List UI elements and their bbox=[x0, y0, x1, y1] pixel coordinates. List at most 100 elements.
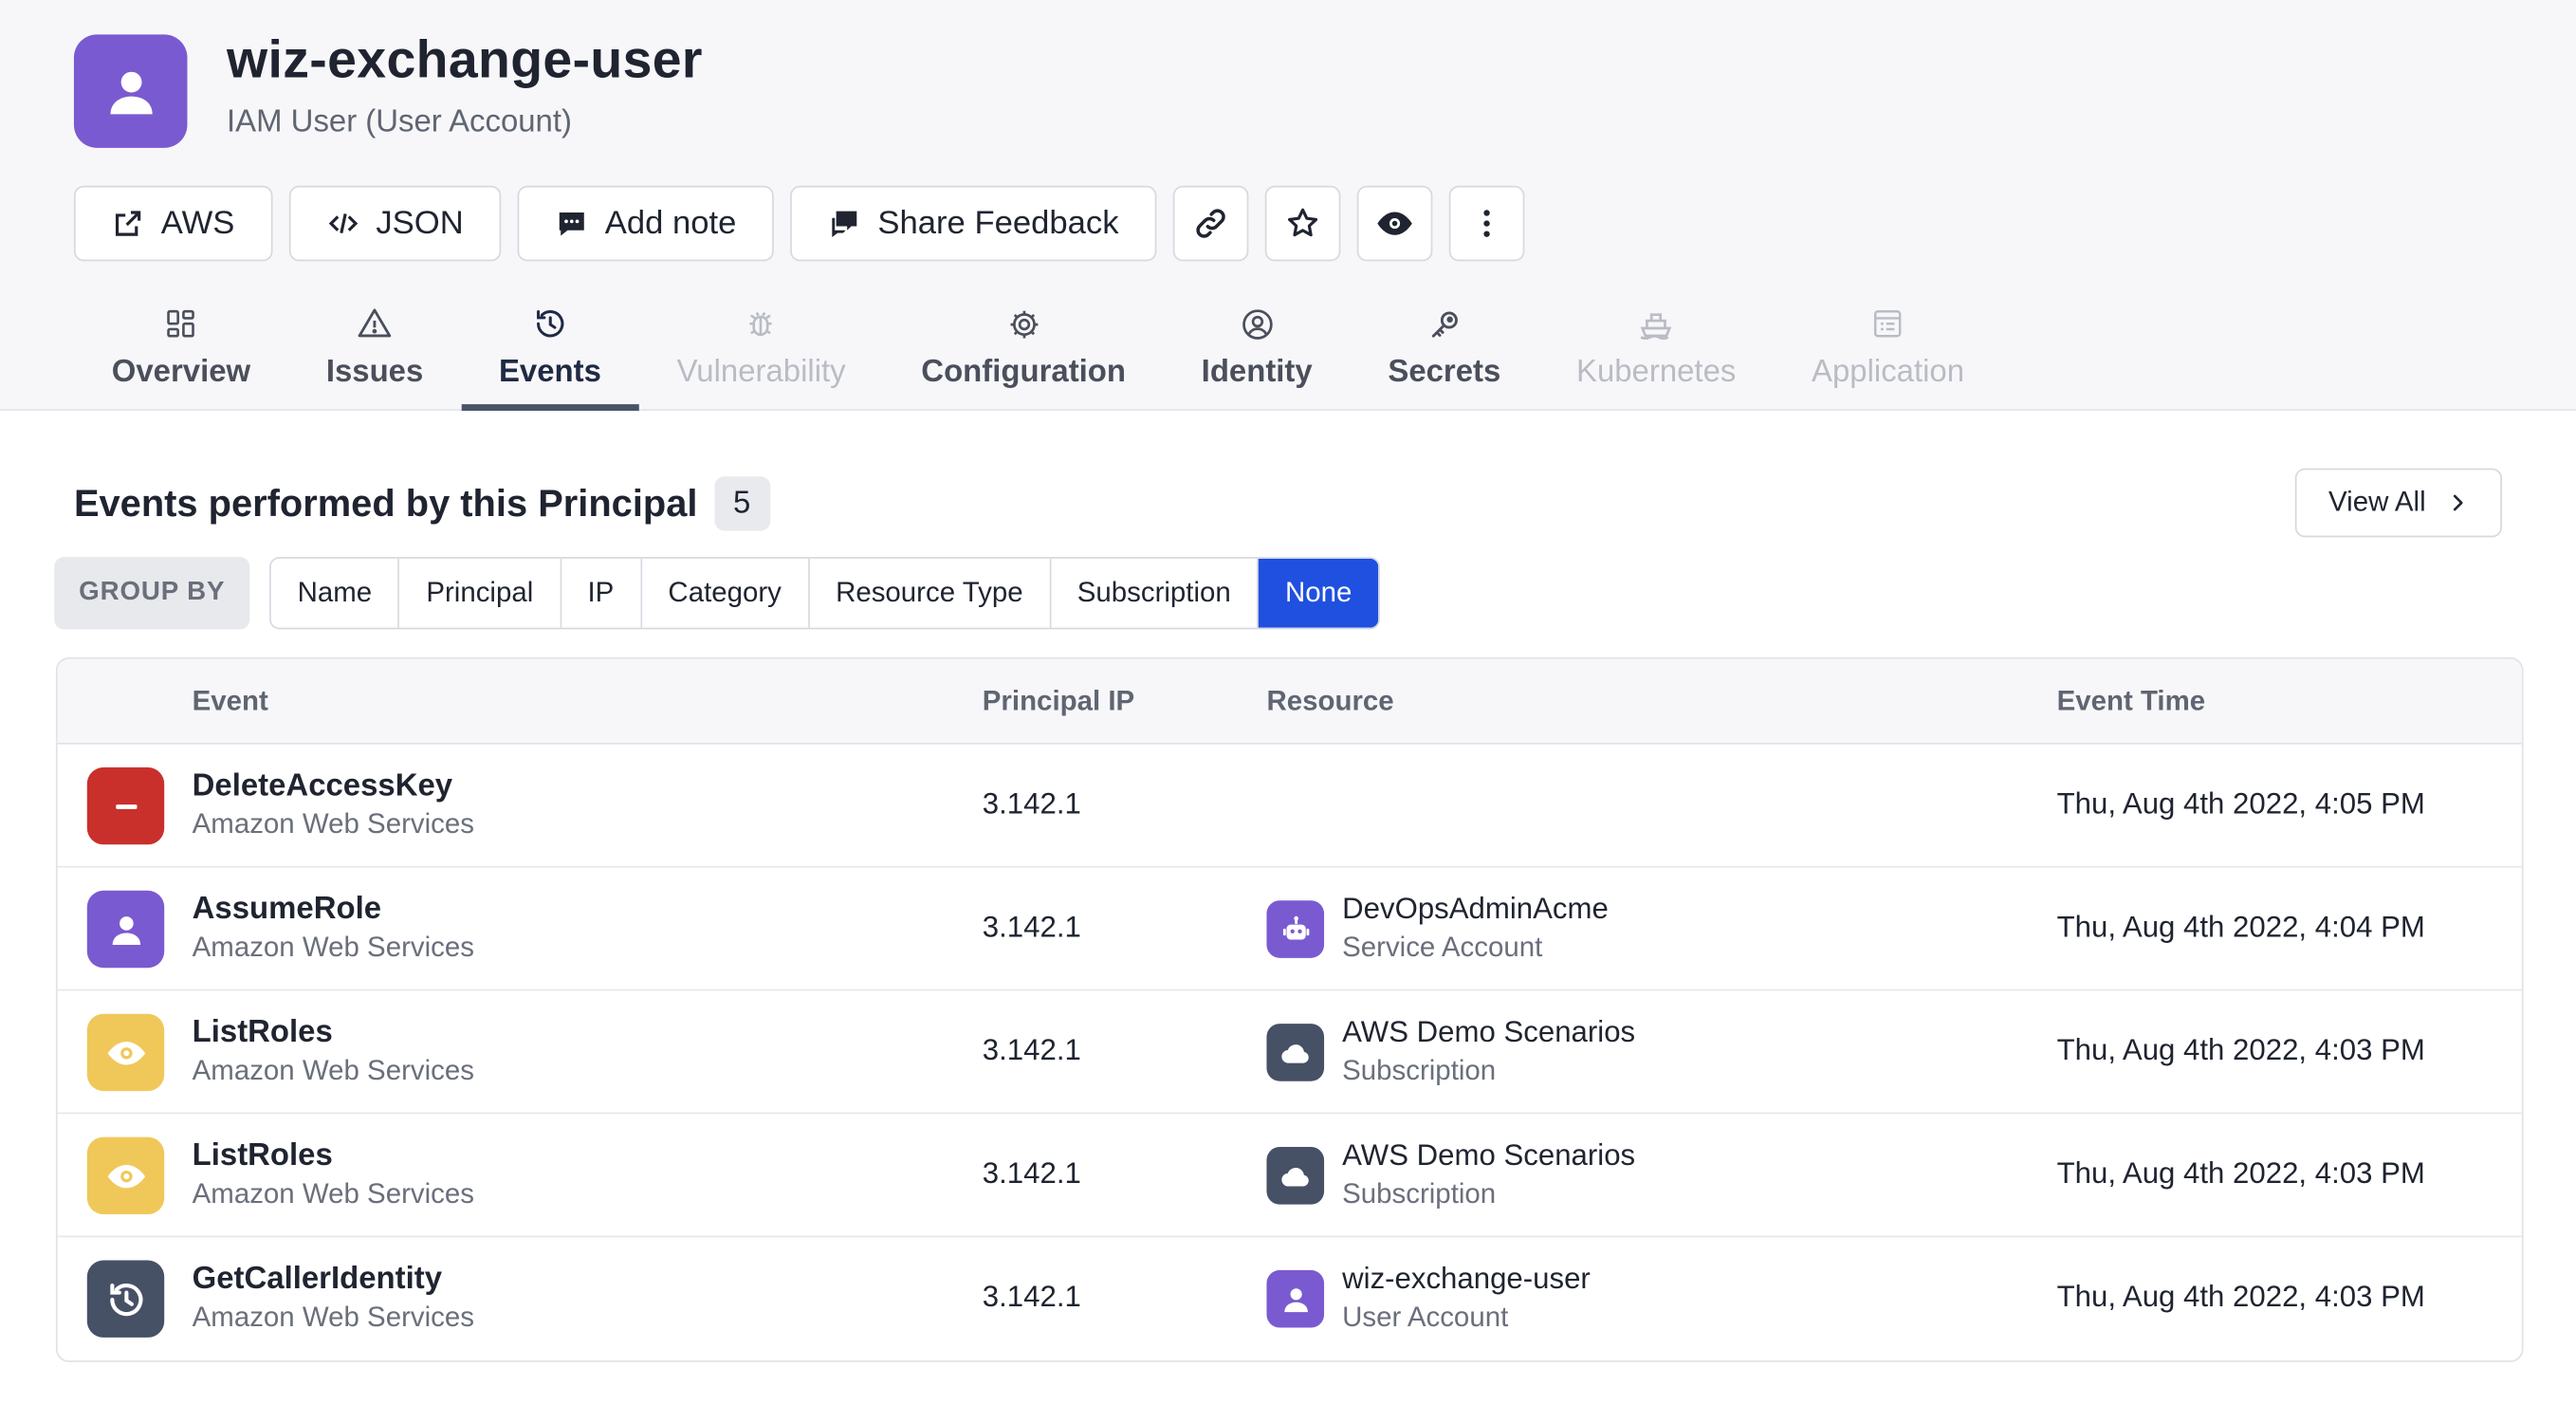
group-by-category[interactable]: Category bbox=[641, 558, 810, 628]
group-by-control: GROUP BY Name Principal IP Category Reso… bbox=[54, 557, 1380, 630]
eye-icon bbox=[1377, 212, 1412, 235]
tab-secrets[interactable]: Secrets bbox=[1351, 296, 1539, 411]
user-icon bbox=[111, 915, 140, 945]
event-name: AssumeRole bbox=[192, 892, 382, 927]
tab-overview[interactable]: Overview bbox=[74, 296, 288, 411]
comment-icon bbox=[560, 212, 585, 236]
event-provider: Amazon Web Services bbox=[192, 932, 474, 964]
view-all-button[interactable]: View All bbox=[2294, 468, 2502, 538]
gear-icon bbox=[1009, 309, 1038, 338]
entity-avatar bbox=[73, 34, 188, 148]
tab-identity-label: Identity bbox=[1201, 355, 1313, 390]
add-note-button-label: Add note bbox=[604, 204, 737, 241]
group-by-subscription[interactable]: Subscription bbox=[1051, 558, 1260, 628]
add-note-button[interactable]: Add note bbox=[517, 185, 775, 262]
chevron-right-icon bbox=[2453, 494, 2462, 511]
column-header-event[interactable]: Event bbox=[193, 685, 268, 718]
event-icon bbox=[86, 1013, 165, 1092]
table-row[interactable]: ListRoles Amazon Web Services 3.142.1 AW… bbox=[57, 1114, 2522, 1238]
event-time: Thu, Aug 4th 2022, 4:03 PM bbox=[2056, 1156, 2425, 1191]
event-icon bbox=[86, 767, 165, 845]
tab-vulnerability-label: Vulnerability bbox=[676, 355, 846, 390]
grid-icon bbox=[167, 309, 195, 338]
resource-icon bbox=[1266, 1024, 1325, 1081]
more-options-button[interactable] bbox=[1448, 185, 1525, 262]
resource-name[interactable]: AWS Demo Scenarios bbox=[1342, 1138, 1635, 1173]
event-time: Thu, Aug 4th 2022, 4:04 PM bbox=[2056, 910, 2425, 944]
tab-events[interactable]: Events bbox=[461, 296, 640, 412]
events-table: Event Principal IP Resource Event Time D… bbox=[55, 656, 2524, 1362]
tab-application-label: Application bbox=[1812, 355, 1965, 390]
event-provider: Amazon Web Services bbox=[192, 1301, 474, 1333]
share-feedback-button[interactable]: Share Feedback bbox=[790, 185, 1157, 262]
event-provider: Amazon Web Services bbox=[192, 1055, 474, 1086]
events-count-badge: 5 bbox=[713, 476, 770, 531]
group-by-none[interactable]: None bbox=[1259, 558, 1379, 628]
event-name: DeleteAccessKey bbox=[192, 768, 453, 804]
feedback-icon bbox=[832, 211, 857, 237]
code-icon bbox=[328, 213, 358, 234]
link-icon bbox=[1196, 209, 1225, 238]
column-header-resource[interactable]: Resource bbox=[1266, 685, 1393, 718]
event-name: ListRoles bbox=[192, 1138, 333, 1173]
watch-button[interactable] bbox=[1356, 185, 1433, 262]
principal-ip: 3.142.1 bbox=[982, 910, 1081, 944]
column-header-event-time[interactable]: Event Time bbox=[2057, 685, 2206, 718]
event-name: GetCallerIdentity bbox=[192, 1262, 443, 1297]
tab-kubernetes: Kubernetes bbox=[1538, 296, 1774, 411]
group-by-principal[interactable]: Principal bbox=[399, 558, 561, 628]
event-icon bbox=[86, 1136, 165, 1215]
principal-ip: 3.142.1 bbox=[982, 1033, 1081, 1067]
robot-icon bbox=[1282, 914, 1309, 939]
resource-name[interactable]: wiz-exchange-user bbox=[1342, 1262, 1591, 1296]
bug-icon bbox=[750, 311, 773, 337]
minus-icon bbox=[115, 804, 137, 808]
group-by-label: GROUP BY bbox=[54, 557, 250, 630]
event-icon bbox=[86, 890, 165, 969]
favorite-button[interactable] bbox=[1264, 185, 1341, 262]
page-subtitle: IAM User (User Account) bbox=[227, 104, 572, 140]
principal-ip: 3.142.1 bbox=[982, 1280, 1081, 1313]
resource-type: Subscription bbox=[1342, 1055, 1497, 1086]
resource-name[interactable]: AWS Demo Scenarios bbox=[1342, 1015, 1635, 1049]
json-button-label: JSON bbox=[376, 204, 464, 241]
table-row[interactable]: DeleteAccessKey Amazon Web Services 3.14… bbox=[57, 745, 2522, 868]
ship-icon bbox=[1640, 313, 1672, 341]
group-by-resource-type[interactable]: Resource Type bbox=[809, 558, 1052, 628]
event-provider: Amazon Web Services bbox=[192, 808, 474, 841]
aws-button[interactable]: AWS bbox=[73, 185, 273, 262]
tab-kubernetes-label: Kubernetes bbox=[1576, 355, 1737, 390]
table-row[interactable]: AssumeRole Amazon Web Services 3.142.1 D… bbox=[57, 868, 2522, 991]
resource-type: Subscription bbox=[1342, 1177, 1497, 1210]
cloud-icon bbox=[1280, 1044, 1308, 1062]
warning-icon bbox=[358, 308, 392, 338]
table-row[interactable]: ListRoles Amazon Web Services 3.142.1 AW… bbox=[57, 990, 2522, 1115]
column-header-principal-ip[interactable]: Principal IP bbox=[983, 685, 1134, 718]
table-row[interactable]: GetCallerIdentity Amazon Web Services 3.… bbox=[58, 1237, 2522, 1360]
copy-link-button[interactable] bbox=[1172, 185, 1249, 262]
aws-button-label: AWS bbox=[160, 204, 235, 241]
tab-configuration-label: Configuration bbox=[921, 355, 1127, 390]
event-time: Thu, Aug 4th 2022, 4:03 PM bbox=[2056, 1280, 2425, 1313]
tab-overview-label: Overview bbox=[111, 355, 251, 390]
user-circle-icon bbox=[1242, 308, 1272, 339]
tab-issues[interactable]: Issues bbox=[288, 296, 461, 411]
table-header: Event Principal IP Resource Event Time bbox=[57, 658, 2522, 745]
json-button[interactable]: JSON bbox=[288, 185, 502, 262]
resource-name[interactable]: DevOpsAdminAcme bbox=[1342, 893, 1609, 927]
tab-configuration[interactable]: Configuration bbox=[883, 296, 1163, 411]
section-title: Events performed by this Principal bbox=[73, 481, 698, 525]
more-vertical-icon bbox=[1483, 210, 1490, 237]
eye-icon bbox=[106, 1164, 145, 1188]
page-title: wiz-exchange-user bbox=[227, 29, 703, 89]
events-section-header: Events performed by this Principal 5 bbox=[73, 476, 770, 531]
event-time: Thu, Aug 4th 2022, 4:03 PM bbox=[2056, 1033, 2425, 1067]
group-by-name[interactable]: Name bbox=[270, 558, 400, 628]
tab-vulnerability: Vulnerability bbox=[639, 296, 884, 411]
group-by-ip[interactable]: IP bbox=[561, 558, 642, 628]
resource-icon bbox=[1266, 1147, 1325, 1205]
tab-bar: Overview Issues Events Vulnerability Con… bbox=[74, 296, 2002, 412]
event-icon bbox=[86, 1260, 165, 1338]
tab-identity[interactable]: Identity bbox=[1164, 296, 1351, 411]
principal-ip: 3.142.1 bbox=[982, 1156, 1081, 1191]
